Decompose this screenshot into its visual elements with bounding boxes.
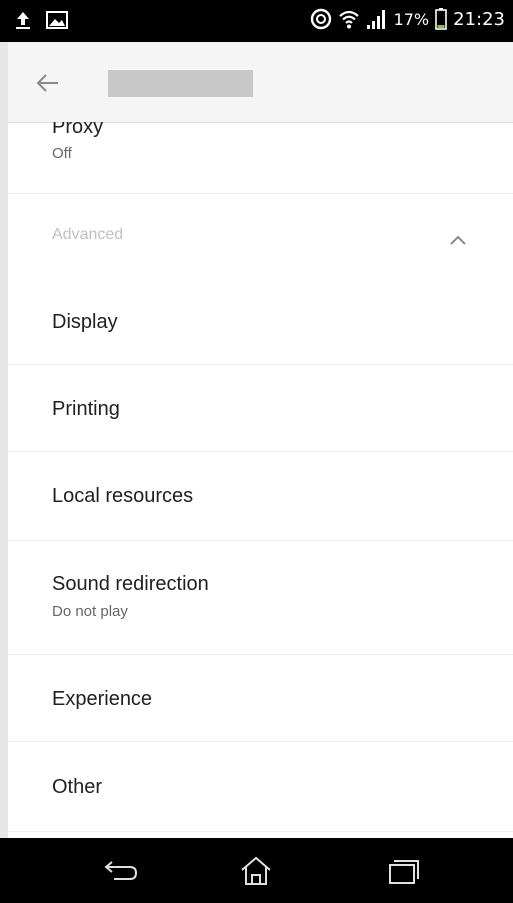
list-item-title: Local resources — [52, 485, 194, 507]
list-item-proxy[interactable]: Proxy Off — [8, 122, 513, 194]
back-arrow-icon[interactable] — [34, 70, 60, 96]
list-item-subtitle: Off — [52, 145, 72, 162]
image-icon — [46, 10, 68, 30]
upload-icon — [14, 10, 32, 30]
list-item-display[interactable]: Display — [8, 277, 513, 365]
chevron-up-icon[interactable] — [449, 233, 467, 245]
list-item-printing[interactable]: Printing — [8, 365, 513, 452]
list-item-experience[interactable]: Experience — [8, 655, 513, 742]
list-item-title: Experience — [52, 688, 153, 710]
back-icon[interactable] — [102, 856, 142, 886]
list-item-title: Printing — [52, 398, 120, 420]
list-item-title: Sound redirection — [52, 573, 209, 595]
status-bar: 17% 21:23 — [0, 0, 513, 42]
list-item-other[interactable]: Other — [8, 742, 513, 832]
home-icon[interactable] — [236, 856, 276, 886]
sync-icon — [310, 8, 332, 30]
redacted-title — [108, 70, 253, 97]
nav-bar — [0, 838, 513, 903]
recents-icon[interactable] — [384, 856, 424, 886]
list-item-subtitle: Do not play — [52, 603, 128, 620]
section-header-label: Advanced — [52, 226, 124, 243]
list-item-title: Proxy — [52, 122, 104, 138]
screen: 17% 21:23 Proxy Off Advanced Display Pri… — [0, 0, 513, 903]
left-edge-strip — [0, 0, 8, 903]
list-item-title: Display — [52, 311, 118, 333]
clock: 21:23 — [453, 8, 505, 30]
list-item-title: Other — [52, 776, 103, 798]
battery-percent: 17% — [393, 9, 430, 29]
battery-icon — [435, 8, 447, 30]
settings-list[interactable]: Proxy Off Advanced Display Printing Loca… — [8, 122, 513, 838]
signal-icon — [366, 8, 388, 30]
status-left-icons — [14, 10, 68, 30]
list-item-local-resources[interactable]: Local resources — [8, 452, 513, 541]
list-item-sound-redirection[interactable]: Sound redirection Do not play — [8, 541, 513, 655]
status-right-icons: 17% 21:23 — [310, 8, 505, 30]
app-bar — [8, 42, 513, 123]
wifi-icon — [338, 8, 360, 30]
